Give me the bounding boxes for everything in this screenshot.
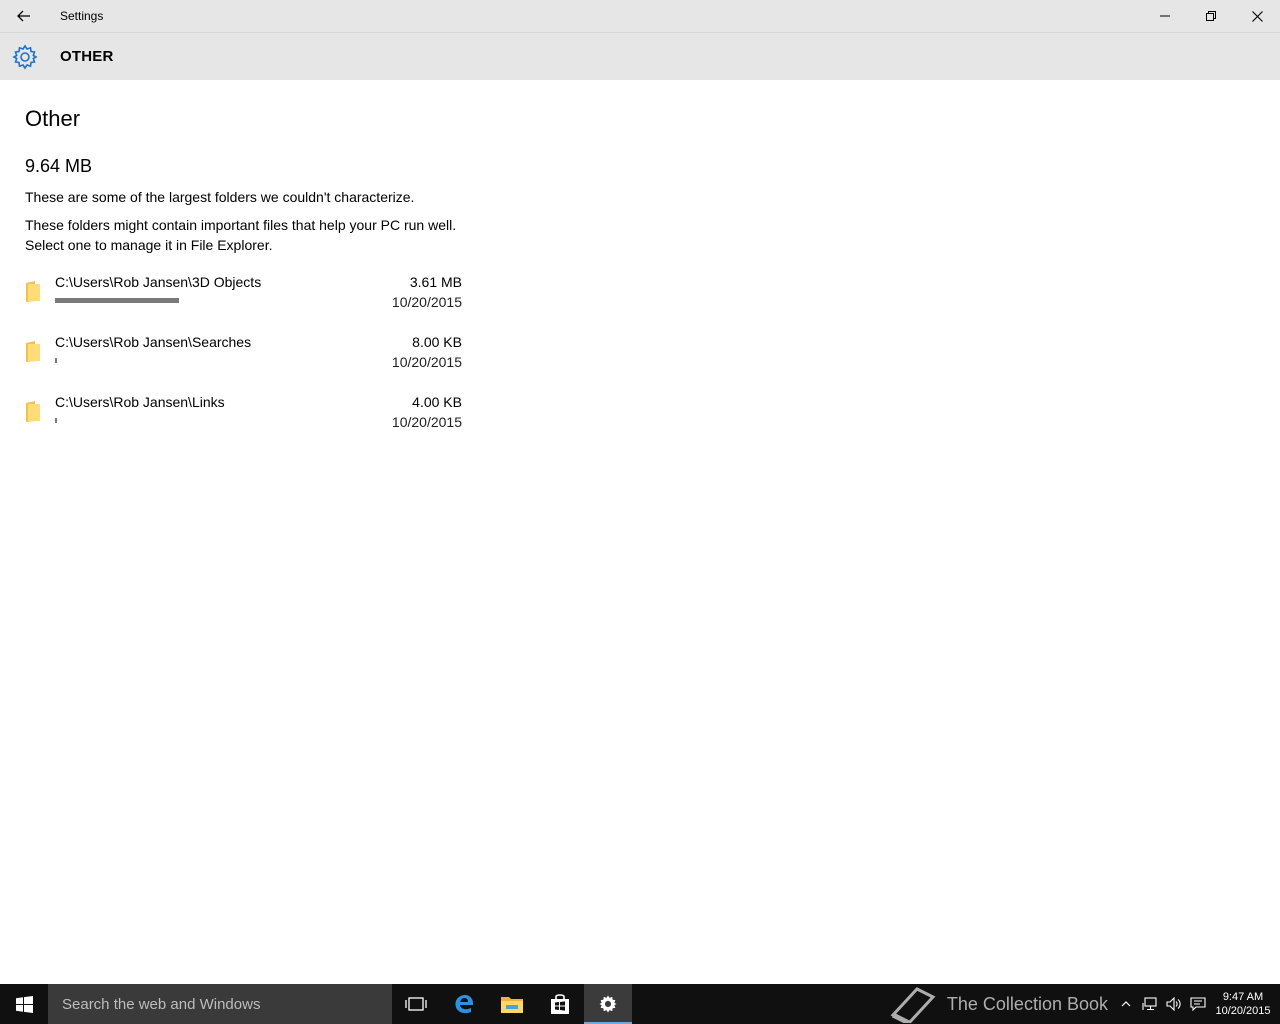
store-button[interactable] xyxy=(536,984,584,1024)
folder-list: C:\Users\Rob Jansen\3D Objects 3.61 MB 1… xyxy=(25,273,465,453)
total-size: 9.64 MB xyxy=(25,156,93,176)
description-1: These are some of the largest folders we… xyxy=(25,189,415,205)
file-explorer-icon xyxy=(501,997,523,1013)
chevron-up-icon xyxy=(1121,1001,1131,1007)
close-icon xyxy=(1251,10,1263,22)
folder-icon xyxy=(26,341,40,362)
main-content: Other 9.64 MB These are some of the larg… xyxy=(25,80,465,453)
clock-time: 9:47 AM xyxy=(1222,991,1264,1003)
close-button[interactable] xyxy=(1234,0,1280,32)
task-view-icon xyxy=(405,997,427,1011)
folder-size: 8.00 KB xyxy=(412,334,462,350)
folder-path: C:\Users\Rob Jansen\3D Objects xyxy=(55,274,262,290)
search-input[interactable] xyxy=(60,994,384,1014)
window-title: Settings xyxy=(60,9,104,23)
volume-icon xyxy=(1166,997,1181,1011)
folder-date: 10/20/2015 xyxy=(391,294,462,310)
restore-button[interactable] xyxy=(1188,0,1234,32)
usage-bar-fill xyxy=(55,358,57,363)
system-tray: The Collection Book 9:47 AM 10/20/2015 xyxy=(887,984,1280,1024)
folder-date: 10/20/2015 xyxy=(391,414,462,430)
folder-date: 10/20/2015 xyxy=(391,354,462,370)
folder-item-3d-objects[interactable]: C:\Users\Rob Jansen\3D Objects 3.61 MB 1… xyxy=(25,273,465,333)
folder-size: 3.61 MB xyxy=(409,274,462,290)
folder-path: C:\Users\Rob Jansen\Searches xyxy=(55,334,252,350)
section-header: OTHER xyxy=(0,32,1280,80)
folder-icon xyxy=(26,401,40,422)
taskbar: The Collection Book 9:47 AM 10/20/2 xyxy=(0,984,1280,1024)
taskbar-search[interactable] xyxy=(48,984,392,1024)
usage-bar xyxy=(55,418,255,423)
store-icon xyxy=(551,994,569,1014)
usage-bar xyxy=(55,358,255,363)
edge-icon xyxy=(455,994,474,1014)
folder-icon xyxy=(26,281,40,302)
section-title: OTHER xyxy=(60,48,114,65)
page-title: Other xyxy=(25,106,81,131)
watermark-text: The Collection Book xyxy=(946,993,1108,1014)
edge-button[interactable] xyxy=(440,984,488,1024)
back-button[interactable] xyxy=(0,0,48,32)
volume-button[interactable] xyxy=(1162,984,1186,1024)
usage-bar-fill xyxy=(55,298,179,303)
minimize-icon xyxy=(1160,15,1170,17)
book-icon xyxy=(890,987,936,1023)
folder-size: 4.00 KB xyxy=(412,394,462,410)
usage-bar xyxy=(55,298,255,303)
folder-item-searches[interactable]: C:\Users\Rob Jansen\Searches 8.00 KB 10/… xyxy=(25,333,465,393)
watermark: The Collection Book xyxy=(887,985,1108,1023)
minimize-button[interactable] xyxy=(1142,0,1188,32)
back-arrow-icon xyxy=(17,10,30,22)
restore-icon xyxy=(1206,11,1216,21)
title-bar: Settings xyxy=(0,0,1280,32)
folder-item-links[interactable]: C:\Users\Rob Jansen\Links 4.00 KB 10/20/… xyxy=(25,393,465,453)
action-center-button[interactable] xyxy=(1186,984,1210,1024)
gear-icon xyxy=(599,995,617,1013)
clock-date: 10/20/2015 xyxy=(1215,1005,1271,1017)
gear-icon xyxy=(12,44,38,69)
network-button[interactable] xyxy=(1138,984,1162,1024)
network-icon xyxy=(1142,997,1157,1011)
show-hidden-icons-button[interactable] xyxy=(1114,984,1138,1024)
clock[interactable]: 9:47 AM 10/20/2015 xyxy=(1210,990,1276,1018)
task-view-button[interactable] xyxy=(392,984,440,1024)
action-center-icon xyxy=(1190,997,1206,1011)
file-explorer-button[interactable] xyxy=(488,984,536,1024)
start-button[interactable] xyxy=(0,984,48,1024)
usage-bar-fill xyxy=(55,418,57,423)
windows-logo-icon xyxy=(15,995,33,1013)
settings-taskbar-button[interactable] xyxy=(584,984,632,1024)
folder-path: C:\Users\Rob Jansen\Links xyxy=(55,394,225,410)
description-2: These folders might contain important fi… xyxy=(25,217,457,253)
